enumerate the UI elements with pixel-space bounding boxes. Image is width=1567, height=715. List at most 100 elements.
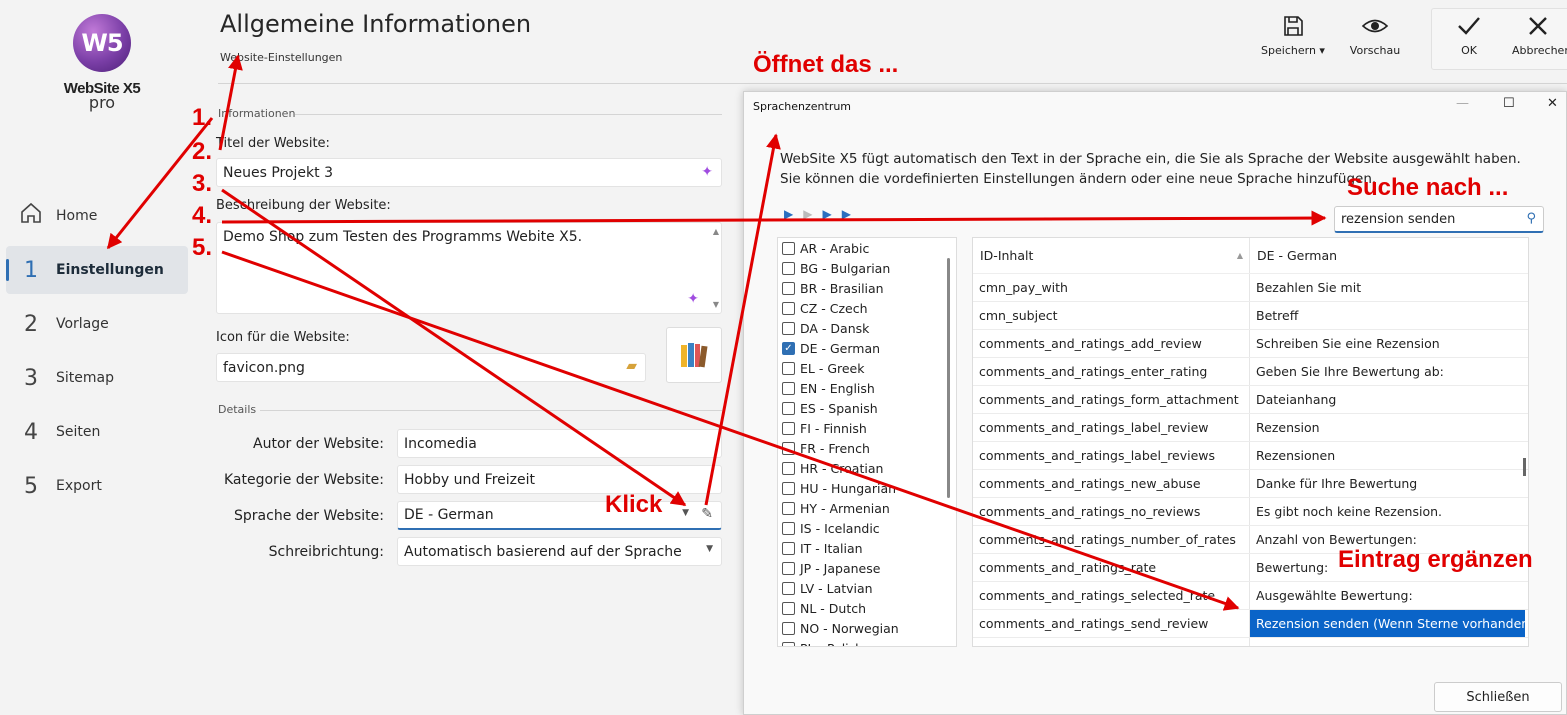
table-row[interactable]: comments_and_ratings_add_review Schreiben… bbox=[973, 330, 1528, 358]
table-row[interactable]: comments_and_ratings_label_reviews Rezens… bbox=[973, 442, 1528, 470]
language-list-item[interactable]: IS - Icelandic bbox=[778, 518, 956, 538]
cell-id[interactable]: comments_and_ratings_selected_rate bbox=[973, 582, 1250, 609]
language-list-item[interactable]: HY - Armenian bbox=[778, 498, 956, 518]
sidebar-item-einstellungen[interactable]: 1 Einstellungen bbox=[6, 246, 188, 294]
language-list-item[interactable]: NL - Dutch bbox=[778, 598, 956, 618]
chevron-down-icon[interactable]: ▼ bbox=[682, 508, 689, 518]
sidebar-item-sitemap[interactable]: 3 Sitemap bbox=[6, 354, 188, 402]
chevron-down-icon[interactable]: ▼ bbox=[706, 544, 713, 554]
search-icon[interactable]: ⚲ bbox=[1526, 211, 1536, 226]
table-row[interactable]: comments_and_ratings_label_review Rezensi… bbox=[973, 414, 1528, 442]
export-icon[interactable]: ▶ bbox=[842, 207, 861, 221]
table-row[interactable]: cmn_subject Betreff bbox=[973, 302, 1528, 330]
scrollbar[interactable] bbox=[947, 258, 950, 498]
language-list-item[interactable]: HU - Hungarian bbox=[778, 478, 956, 498]
checkbox[interactable] bbox=[782, 261, 795, 275]
language-list-item[interactable]: PL - Polish bbox=[778, 638, 956, 646]
checkbox[interactable] bbox=[782, 481, 795, 495]
language-select[interactable]: DE - German ▼ ✎ bbox=[397, 501, 722, 530]
table-row[interactable]: cmn_pay_with Bezahlen Sie mit bbox=[973, 274, 1528, 302]
checkbox[interactable] bbox=[782, 421, 795, 435]
icon-file-input[interactable]: favicon.png ▰ bbox=[216, 353, 646, 382]
favicon-preview[interactable] bbox=[666, 327, 722, 383]
scrollbar[interactable] bbox=[1523, 458, 1526, 476]
minimize-icon[interactable]: — bbox=[1456, 96, 1469, 111]
cell-value[interactable]: Betreff bbox=[1250, 302, 1525, 329]
checkbox[interactable] bbox=[782, 581, 795, 595]
scroll-up-icon[interactable]: ▲ bbox=[713, 227, 719, 236]
checkbox[interactable] bbox=[782, 601, 795, 615]
language-list-item[interactable]: BG - Bulgarian bbox=[778, 258, 956, 278]
checkbox[interactable] bbox=[782, 381, 795, 395]
cell-id[interactable]: comments_and_ratings_rate bbox=[973, 554, 1250, 581]
language-list-item[interactable]: EL - Greek bbox=[778, 358, 956, 378]
checkbox[interactable] bbox=[782, 561, 795, 575]
cell-id[interactable]: comments_and_ratings_send_review bbox=[973, 610, 1250, 637]
checkbox[interactable] bbox=[782, 301, 795, 315]
cancel-button[interactable]: Abbrechen bbox=[1506, 14, 1567, 57]
ai-sparkle-icon[interactable]: ✦ bbox=[701, 164, 713, 180]
maximize-icon[interactable]: ☐ bbox=[1503, 96, 1515, 111]
import-icon[interactable]: ▶ bbox=[822, 207, 841, 221]
checkbox[interactable] bbox=[782, 281, 795, 295]
table-row[interactable]: comments_and_ratings_thanksVielen Dank! bbox=[973, 638, 1528, 646]
table-row[interactable]: comments_and_ratings_send_review Rezensio… bbox=[973, 610, 1528, 638]
cell-value[interactable]: Es gibt noch keine Rezension. bbox=[1250, 498, 1525, 525]
language-list-item[interactable]: LV - Latvian bbox=[778, 578, 956, 598]
checkbox[interactable] bbox=[782, 641, 795, 646]
language-list-item[interactable]: AR - Arabic bbox=[778, 238, 956, 258]
language-list-item[interactable]: ES - Spanish bbox=[778, 398, 956, 418]
language-list-item[interactable]: FR - French bbox=[778, 438, 956, 458]
cell-id[interactable]: comments_and_ratings_new_abuse bbox=[973, 470, 1250, 497]
cell-id[interactable]: comments_and_ratings_number_of_rates bbox=[973, 526, 1250, 553]
move-first-icon[interactable]: ▶ bbox=[784, 207, 803, 221]
language-list-item[interactable]: EN - English bbox=[778, 378, 956, 398]
author-input[interactable]: Incomedia bbox=[397, 429, 722, 458]
checkbox[interactable] bbox=[782, 621, 795, 635]
language-list-item[interactable]: FI - Finnish bbox=[778, 418, 956, 438]
cell-value[interactable]: Rezension senden (Wenn Sterne vorhanden,… bbox=[1250, 610, 1525, 637]
cell-id[interactable]: comments_and_ratings_label_reviews bbox=[973, 442, 1250, 469]
move-icon[interactable]: ▶ bbox=[803, 207, 822, 221]
sidebar-item-seiten[interactable]: 4 Seiten bbox=[6, 408, 188, 456]
language-list-item[interactable]: IT - Italian bbox=[778, 538, 956, 558]
cell-value[interactable]: Bezahlen Sie mit bbox=[1250, 274, 1525, 301]
column-de[interactable]: DE - German bbox=[1250, 238, 1525, 273]
language-list-item[interactable]: CZ - Czech bbox=[778, 298, 956, 318]
search-input[interactable]: rezension senden ⚲ bbox=[1334, 206, 1544, 233]
table-row[interactable]: comments_and_ratings_form_attachment Date… bbox=[973, 386, 1528, 414]
cell-value[interactable]: Ausgewählte Bewertung: bbox=[1250, 582, 1525, 609]
save-button[interactable]: Speichern ▾ bbox=[1258, 14, 1328, 57]
sidebar-item-home[interactable]: Home bbox=[6, 192, 188, 240]
sidebar-item-export[interactable]: 5 Export bbox=[6, 462, 188, 510]
cell-value[interactable]: Vielen Dank! bbox=[1250, 638, 1525, 646]
checkbox[interactable]: ✓ bbox=[782, 341, 795, 355]
cell-id[interactable]: cmn_subject bbox=[973, 302, 1250, 329]
column-id[interactable]: ID-Inhalt ▲ bbox=[973, 238, 1250, 273]
ai-sparkle-icon[interactable]: ✦ bbox=[687, 291, 699, 307]
table-row[interactable]: comments_and_ratings_selected_rate Ausgew… bbox=[973, 582, 1528, 610]
checkbox[interactable] bbox=[782, 501, 795, 515]
cell-value[interactable]: Schreiben Sie eine Rezension bbox=[1250, 330, 1525, 357]
checkbox[interactable] bbox=[782, 401, 795, 415]
cell-id[interactable]: comments_and_ratings_add_review bbox=[973, 330, 1250, 357]
cell-id[interactable]: comments_and_ratings_form_attachment bbox=[973, 386, 1250, 413]
checkbox[interactable] bbox=[782, 361, 795, 375]
language-list-item[interactable]: DA - Dansk bbox=[778, 318, 956, 338]
category-input[interactable]: Hobby und Freizeit bbox=[397, 465, 722, 494]
folder-open-icon[interactable]: ▰ bbox=[626, 358, 637, 374]
close-icon[interactable]: ✕ bbox=[1547, 96, 1558, 111]
sidebar-item-vorlage[interactable]: 2 Vorlage bbox=[6, 300, 188, 348]
cell-value[interactable]: Rezensionen bbox=[1250, 442, 1525, 469]
description-textarea[interactable]: Demo Shop zum Testen des Programms Webit… bbox=[216, 222, 722, 314]
language-list-item[interactable]: JP - Japanese bbox=[778, 558, 956, 578]
table-row[interactable]: comments_and_ratings_no_reviews Es gibt n… bbox=[973, 498, 1528, 526]
scroll-down-icon[interactable]: ▼ bbox=[713, 300, 719, 309]
cell-value[interactable]: Geben Sie Ihre Bewertung ab: bbox=[1250, 358, 1525, 385]
language-list-item[interactable]: HR - Croatian bbox=[778, 458, 956, 478]
table-row[interactable]: comments_and_ratings_enter_rating Geben S… bbox=[973, 358, 1528, 386]
checkbox[interactable] bbox=[782, 241, 795, 255]
checkbox[interactable] bbox=[782, 321, 795, 335]
cell-value[interactable]: Rezension bbox=[1250, 414, 1525, 441]
checkbox[interactable] bbox=[782, 461, 795, 475]
